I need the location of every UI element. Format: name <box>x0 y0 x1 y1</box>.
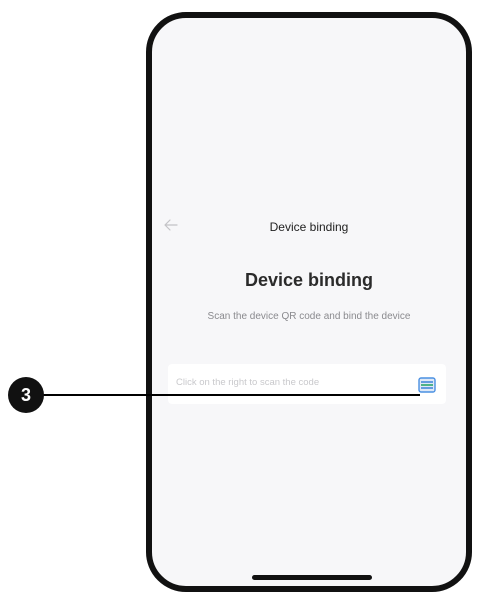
scan-code-icon[interactable] <box>416 374 438 396</box>
scan-field-placeholder: Click on the right to scan the code <box>176 377 320 388</box>
nav-title: Device binding <box>269 220 349 234</box>
callout-leader-line <box>40 394 420 396</box>
page-title: Device binding <box>244 270 374 290</box>
phone-frame: Device binding Device binding Scan the d… <box>146 12 472 592</box>
scan-code-field[interactable]: Click on the right to scan the code <box>168 364 446 404</box>
callout-number-badge: 3 <box>8 377 44 413</box>
manual-figure: Device binding Device binding Scan the d… <box>0 0 480 594</box>
home-indicator <box>252 575 372 580</box>
page-subtitle: Scan the device QR code and bind the dev… <box>207 311 411 322</box>
